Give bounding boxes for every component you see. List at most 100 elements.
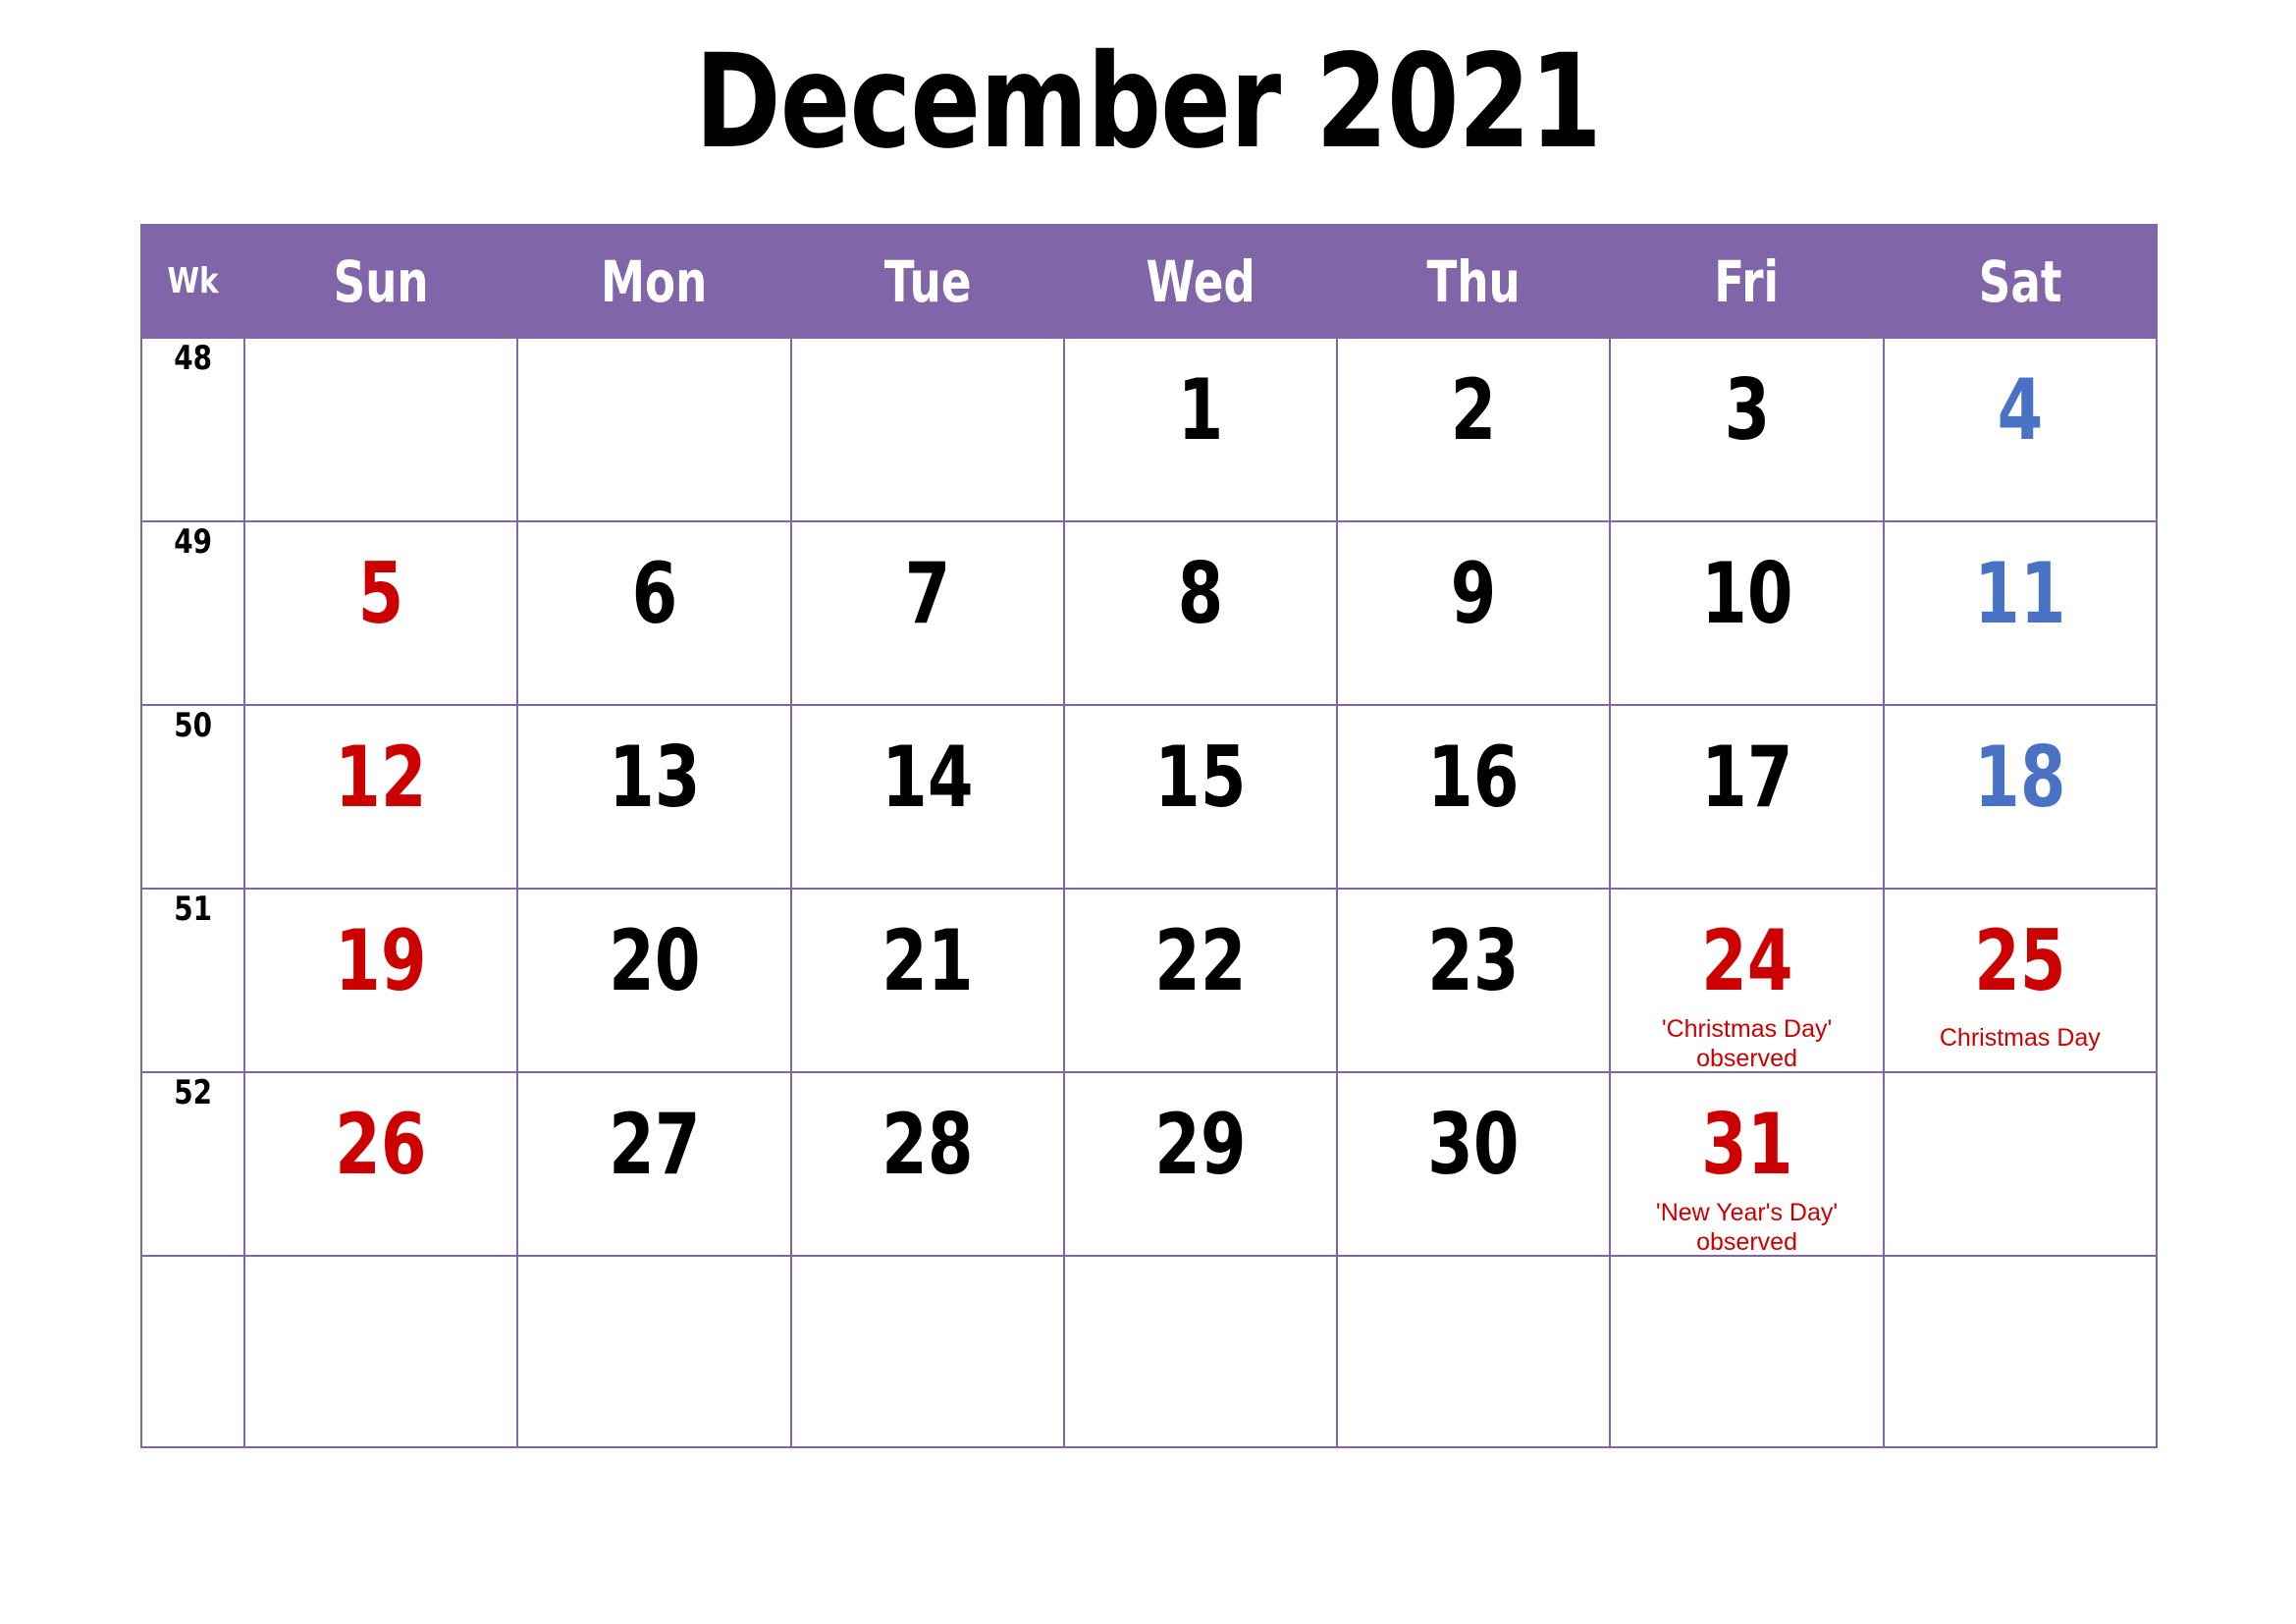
day-cell[interactable]: 6 [516,520,792,706]
day-cell[interactable]: 23 [1336,888,1612,1073]
day-cell[interactable]: 13 [516,704,792,890]
day-number-text: 10 [1700,545,1793,643]
day-number-text: 22 [1154,912,1247,1010]
day-cell[interactable]: 12 [243,704,519,890]
day-cell[interactable] [1062,1255,1339,1448]
day-number [245,368,516,453]
day-number-text: 11 [1974,545,2066,643]
day-cell[interactable]: 24 'Christmas Day' observed [1609,888,1885,1073]
calendar-body: 48 1 2 3 4 49 5 6 7 8 9 10 11 50 12 13 14 15 16 17 18 51 19 20 2… [139,337,2159,1448]
day-number: 8 [1065,552,1336,636]
day-number [518,368,789,453]
day-number-text: 9 [1450,545,1497,643]
day-number-text: 21 [881,912,974,1010]
day-cell[interactable]: 1 [1062,337,1339,522]
week-number-label: 52 [174,1073,212,1112]
day-number: 11 [1885,552,2156,636]
day-cell[interactable]: 15 [1062,704,1339,890]
day-cell[interactable]: 18 [1882,704,2159,890]
day-cell[interactable] [789,1255,1065,1448]
day-number: 29 [1065,1103,1336,1187]
day-number [1338,1286,1609,1371]
day-cell[interactable]: 31 'New Year's Day' observed [1609,1071,1885,1257]
day-number: 9 [1338,552,1609,636]
day-number: 15 [1065,735,1336,820]
day-cell[interactable] [1336,1255,1612,1448]
day-number [245,1286,516,1371]
day-cell[interactable]: 28 [789,1071,1065,1257]
day-cell[interactable] [1882,1255,2159,1448]
day-cell[interactable]: 30 [1336,1071,1612,1257]
day-cell[interactable]: 21 [789,888,1065,1073]
day-cell[interactable]: 17 [1609,704,1885,890]
holiday-label: 'Christmas Day' observed [1661,1015,1833,1072]
day-number: 31 [1611,1103,1882,1187]
day-cell[interactable] [516,337,792,522]
header-day-tue-label: Tue [883,247,972,315]
header-day-sun: Sun [243,224,519,339]
calendar-page: December 2021 Wk Sun Mon Tue Wed Thu Fri… [0,0,2296,1624]
day-cell[interactable]: 22 [1062,888,1339,1073]
day-number: 18 [1885,735,2156,820]
header-day-sun-label: Sun [333,247,429,315]
day-cell[interactable]: 7 [789,520,1065,706]
day-cell[interactable] [243,337,519,522]
header-day-thu: Thu [1336,224,1612,339]
day-number [792,1286,1063,1371]
header-day-thu-label: Thu [1426,247,1521,315]
day-number-text: 13 [608,729,701,827]
day-cell[interactable]: 26 [243,1071,519,1257]
day-cell[interactable]: 29 [1062,1071,1339,1257]
calendar-week-row: 48 1 2 3 4 [139,337,2159,522]
day-number: 13 [518,735,789,820]
day-cell[interactable]: 16 [1336,704,1612,890]
day-number: 1 [1065,368,1336,453]
day-number-text: 23 [1427,912,1520,1010]
day-number-text: 17 [1700,729,1793,827]
day-cell[interactable] [243,1255,519,1448]
day-cell[interactable]: 2 [1336,337,1612,522]
header-week-number-label: Wk [167,261,219,301]
day-number-text: 28 [881,1096,974,1194]
day-number-text: 5 [357,545,404,643]
day-number: 6 [518,552,789,636]
day-number: 23 [1338,919,1609,1003]
day-cell[interactable]: 14 [789,704,1065,890]
day-number: 5 [245,552,516,636]
day-number: 28 [792,1103,1063,1187]
day-number-text: 26 [335,1096,427,1194]
day-number: 25 [1885,919,2156,1003]
day-cell[interactable]: 19 [243,888,519,1073]
day-cell[interactable]: 20 [516,888,792,1073]
day-cell[interactable] [789,337,1065,522]
day-cell[interactable]: 8 [1062,520,1339,706]
header-week-number: Wk [139,224,246,339]
day-cell[interactable]: 9 [1336,520,1612,706]
header-day-mon: Mon [516,224,792,339]
calendar-week-row: 52 26 27 28 29 30 31 'New Year's Day' observed [139,1071,2159,1257]
day-number-text: 16 [1427,729,1520,827]
day-number-text: 1 [1177,361,1224,460]
day-number-text: 29 [1154,1096,1247,1194]
day-cell[interactable]: 10 [1609,520,1885,706]
day-cell[interactable]: 27 [516,1071,792,1257]
day-cell[interactable]: 4 [1882,337,2159,522]
day-cell[interactable]: 25 Christmas Day [1882,888,2159,1073]
day-cell[interactable]: 5 [243,520,519,706]
calendar-week-row [139,1255,2159,1448]
day-number: 2 [1338,368,1609,453]
day-cell[interactable]: 11 [1882,520,2159,706]
day-cell[interactable]: 3 [1609,337,1885,522]
week-number-cell: 51 [139,888,246,1073]
day-number-text: 27 [608,1096,701,1194]
day-number: 20 [518,919,789,1003]
day-cell[interactable] [516,1255,792,1448]
day-cell[interactable] [1609,1255,1885,1448]
day-cell[interactable] [1882,1071,2159,1257]
day-number-text: 15 [1154,729,1247,827]
calendar-week-row: 51 19 20 21 22 23 24 'Christmas Day' observed 25… [139,888,2159,1073]
header-day-wed: Wed [1062,224,1339,339]
day-number-text: 18 [1974,729,2066,827]
day-number-text: 7 [904,545,951,643]
day-number: 24 [1611,919,1882,1003]
